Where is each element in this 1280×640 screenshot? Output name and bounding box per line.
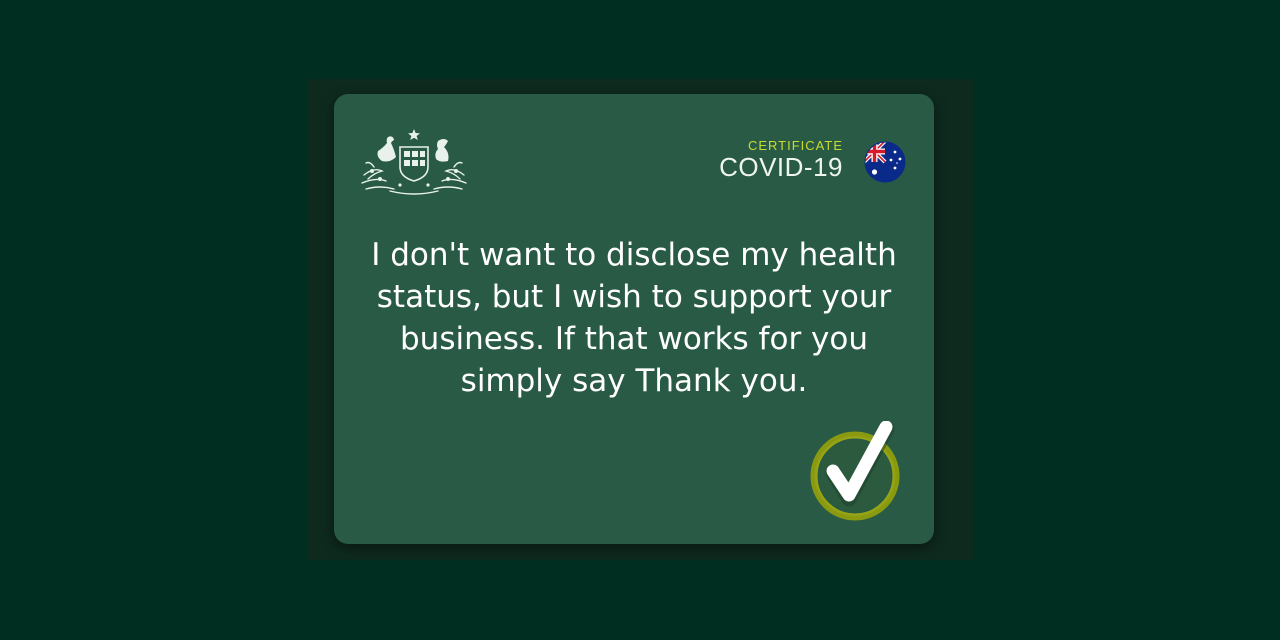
certificate-title: COVID-19 [719, 152, 843, 182]
checkmark-icon [810, 421, 900, 521]
certificate-label: CERTIFICATE [747, 138, 843, 153]
covid-certificate-card: CERTIFICATE COVID-19 I don't want to dis… [334, 94, 934, 544]
certificate-heading: CERTIFICATE COVID-19 [719, 138, 843, 181]
australian-flag-icon [864, 141, 906, 183]
message-text: I don't want to disclose my health statu… [371, 237, 897, 399]
coat-of-arms-icon [361, 129, 467, 195]
